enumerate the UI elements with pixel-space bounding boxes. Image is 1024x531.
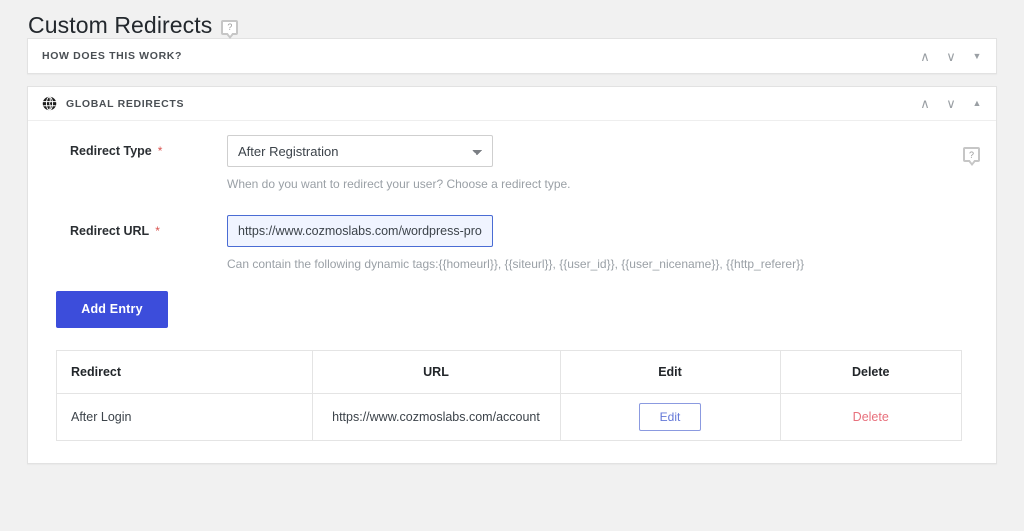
label-text: Redirect URL [70, 223, 150, 238]
chevron-down-icon[interactable]: ∨ [938, 89, 964, 119]
table-body: After Login https://www.cozmoslabs.com/a… [57, 393, 961, 442]
redirect-type-select[interactable]: After Registration [227, 135, 493, 167]
panel-actions-how-does-this-work: ∧ ∨ ▼ [912, 41, 990, 71]
page-title: Custom Redirects [28, 11, 213, 38]
label-redirect-type: Redirect Type * [42, 135, 227, 158]
cell-delete: Delete [780, 393, 961, 442]
triangle-down-icon[interactable]: ▼ [964, 41, 990, 71]
panel-header-global-redirects[interactable]: GLOBAL REDIRECTS ∧ ∨ ▲ [28, 87, 996, 121]
required-marker: * [155, 223, 160, 238]
column-header-url: URL [312, 350, 561, 395]
label-redirect-url: Redirect URL * [42, 215, 227, 238]
form-row-redirect-type: Redirect Type * After Registration When d… [42, 135, 976, 215]
page-header: Custom Redirects ? [0, 0, 1024, 39]
cell-url: https://www.cozmoslabs.com/account [312, 393, 561, 442]
panel-how-does-this-work: HOW DOES THIS WORK? ∧ ∨ ▼ [27, 38, 997, 74]
triangle-up-icon[interactable]: ▲ [964, 89, 990, 119]
table-row: After Login https://www.cozmoslabs.com/a… [57, 393, 961, 442]
panel-header-how-does-this-work[interactable]: HOW DOES THIS WORK? ∧ ∨ ▼ [28, 39, 996, 73]
column-header-redirect: Redirect [57, 350, 313, 395]
redirect-url-input[interactable] [227, 214, 493, 247]
add-entry-button[interactable]: Add Entry [56, 290, 168, 328]
required-marker: * [157, 144, 163, 158]
chevron-up-icon[interactable]: ∧ [912, 41, 938, 71]
panel-global-redirects: GLOBAL REDIRECTS ∧ ∨ ▲ ? Redirect Type * … [27, 86, 997, 465]
panel-label: HOW DOES THIS WORK? [42, 50, 183, 62]
delete-link[interactable]: Delete [853, 410, 889, 424]
chevron-down-icon[interactable]: ∨ [938, 41, 964, 71]
global-redirects-body: ? Redirect Type * After Registration When… [28, 121, 996, 463]
field-redirect-url: Can contain the following dynamic tags:{… [227, 214, 976, 287]
panel-label: GLOBAL REDIRECTS [66, 97, 185, 110]
form-help-icon[interactable]: ? [963, 147, 980, 166]
edit-button[interactable]: Edit [639, 403, 701, 432]
column-header-delete: Delete [780, 350, 961, 395]
label-text: Redirect Type [70, 144, 152, 158]
globe-icon [42, 96, 57, 111]
panel-title-global-redirects: GLOBAL REDIRECTS [42, 96, 912, 111]
cell-redirect: After Login [57, 393, 313, 442]
panel-title-how-does-this-work: HOW DOES THIS WORK? [42, 50, 912, 62]
redirects-table-wrapper: Redirect URL Edit Delete After Login htt… [56, 349, 962, 442]
column-header-edit: Edit [560, 350, 781, 395]
field-redirect-type: After Registration When do you want to r… [227, 135, 976, 215]
panel-actions-global-redirects: ∧ ∨ ▲ [912, 89, 990, 119]
redirects-table: Redirect URL Edit Delete After Login htt… [57, 350, 961, 442]
table-head: Redirect URL Edit Delete [57, 350, 961, 395]
cell-edit: Edit [560, 393, 781, 442]
form-row-redirect-url: Redirect URL * Can contain the following … [42, 214, 976, 287]
table-header-row: Redirect URL Edit Delete [57, 350, 961, 395]
description-redirect-url: Can contain the following dynamic tags:{… [227, 256, 805, 271]
page-help-icon[interactable]: ? [221, 19, 239, 39]
description-redirect-type: When do you want to redirect your user? … [227, 177, 571, 191]
chevron-up-icon[interactable]: ∧ [912, 89, 938, 119]
